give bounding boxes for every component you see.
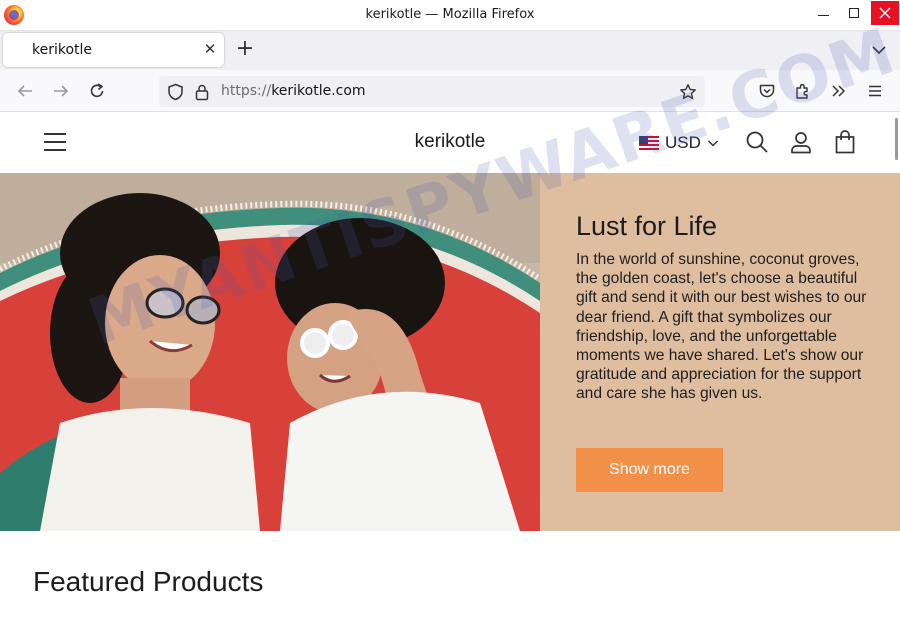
shield-icon[interactable] <box>167 83 184 101</box>
new-tab-button[interactable]: + <box>235 36 255 62</box>
app-menu-button[interactable] <box>864 80 886 102</box>
hero-title: Lust for Life <box>576 211 718 241</box>
close-window-button[interactable] <box>871 1 899 25</box>
url-bar[interactable]: https://kerikotle.com <box>159 76 705 107</box>
url-host: kerikotle.com <box>271 83 366 99</box>
hero-image <box>0 173 540 531</box>
tab-strip: kerikotle ✕ + <box>0 31 900 70</box>
extensions-icon <box>796 83 808 99</box>
hero-description: In the world of sunshine, coconut groves… <box>576 251 867 403</box>
navigation-toolbar: https://kerikotle.com <box>0 70 900 112</box>
forward-button[interactable] <box>50 80 72 102</box>
currency-label: USD <box>665 133 701 152</box>
window-titlebar: kerikotle — Mozilla Firefox <box>0 0 900 31</box>
tab-close-icon[interactable]: ✕ <box>201 40 219 58</box>
minimize-button[interactable] <box>810 0 837 26</box>
lock-icon[interactable] <box>194 83 210 101</box>
hero-text-panel: Lust for Life In the world of sunshine, … <box>540 173 900 531</box>
show-more-button[interactable]: Show more <box>576 448 723 492</box>
extensions-button[interactable] <box>792 80 814 102</box>
back-button[interactable] <box>14 80 36 102</box>
tab-active[interactable]: kerikotle ✕ <box>3 33 224 67</box>
hero-photo-illustration <box>0 173 540 531</box>
currency-selector[interactable]: USD <box>639 133 719 153</box>
url-text[interactable]: https://kerikotle.com <box>221 83 366 99</box>
chevron-down-icon <box>707 140 718 147</box>
search-icon[interactable] <box>745 130 769 154</box>
cart-bag-icon[interactable] <box>833 130 857 154</box>
chevron-down-icon <box>872 46 886 55</box>
scrollbar-thumb[interactable] <box>895 118 898 160</box>
pocket-button[interactable] <box>756 80 778 102</box>
list-all-tabs-button[interactable] <box>868 39 890 61</box>
maximize-button[interactable] <box>840 0 867 26</box>
us-flag-icon <box>639 136 659 150</box>
menu-icon <box>869 85 881 97</box>
hero-banner: Lust for Life In the world of sunshine, … <box>0 173 900 531</box>
url-scheme: https:// <box>221 83 272 99</box>
site-header: kerikotle USD <box>0 112 893 173</box>
overflow-chevrons-icon <box>832 85 846 97</box>
reload-icon <box>90 83 104 98</box>
account-icon[interactable] <box>789 130 813 154</box>
star-icon[interactable] <box>679 83 697 101</box>
window-title: kerikotle — Mozilla Firefox <box>365 7 535 22</box>
back-arrow-icon <box>17 85 32 97</box>
pocket-icon <box>759 84 775 98</box>
forward-arrow-icon <box>54 85 69 97</box>
featured-products-heading: Featured Products <box>33 566 264 597</box>
tab-title: kerikotle <box>32 42 93 58</box>
more-tools-button[interactable] <box>828 80 850 102</box>
close-icon <box>879 7 891 19</box>
reload-button[interactable] <box>86 80 108 102</box>
